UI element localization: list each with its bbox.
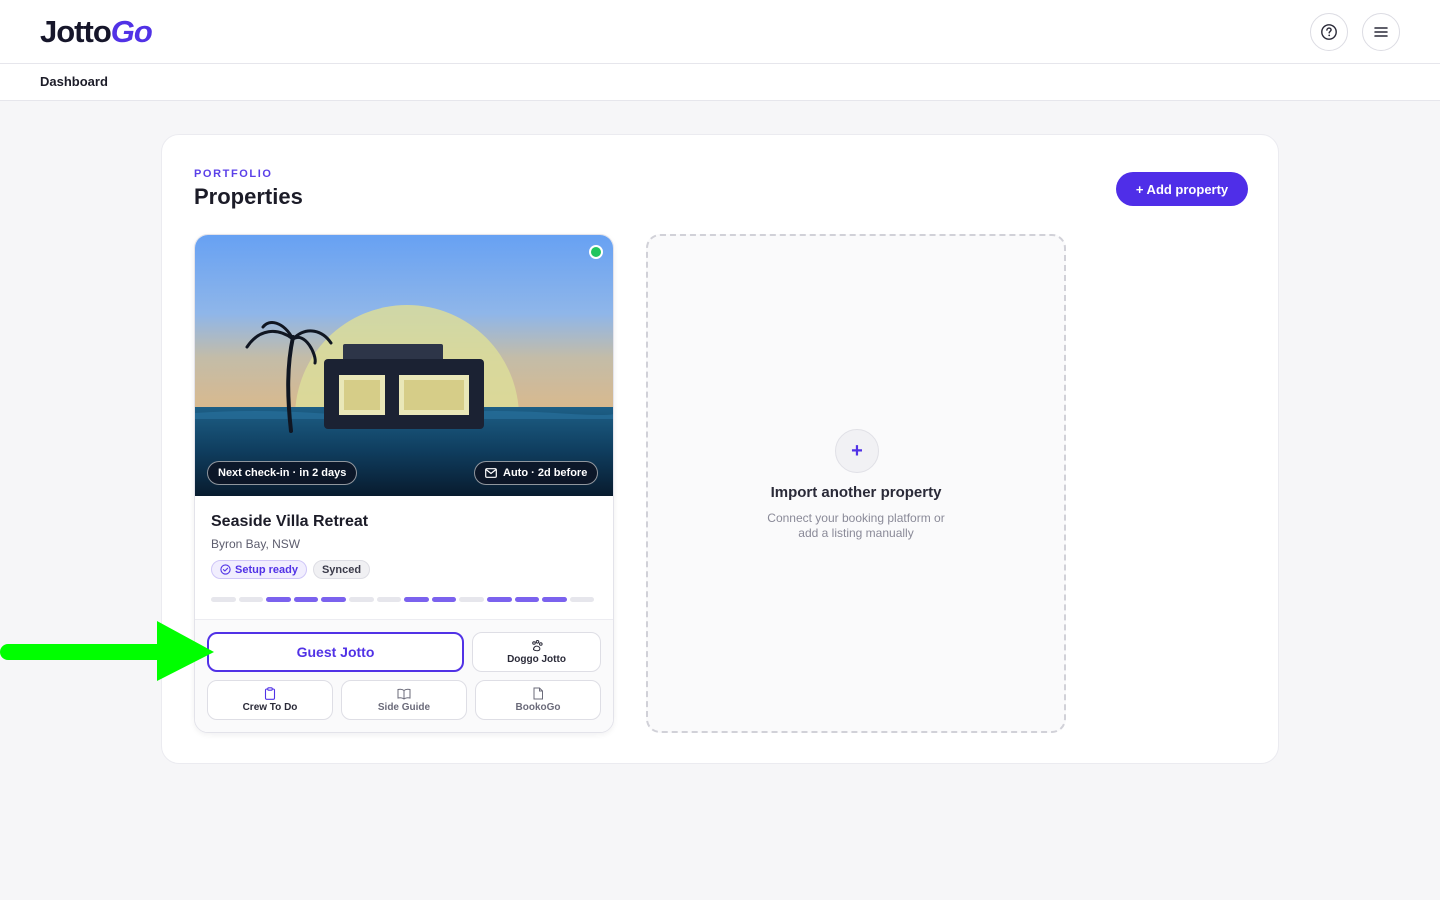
hamburger-menu-icon (1372, 23, 1390, 41)
setup-progress-bar (211, 597, 595, 602)
annotation-arrow-icon (0, 620, 216, 684)
progress-segment (266, 597, 291, 602)
plus-icon[interactable]: + (835, 429, 879, 473)
doggo-jotto-button[interactable]: Doggo Jotto (472, 632, 601, 672)
crew-to-do-label: Crew To Do (242, 702, 298, 713)
import-description: Connect your booking platform or add a l… (767, 511, 945, 540)
document-icon (532, 687, 544, 700)
progress-segment (459, 597, 484, 602)
progress-segment (293, 597, 319, 602)
progress-segment (376, 597, 402, 602)
side-guide-label: Side Guide (377, 701, 431, 713)
property-hero-image: Next check-in · in 2 days Auto · 2d befo… (195, 235, 613, 529)
paw-icon (530, 639, 544, 652)
progress-segment (514, 597, 540, 602)
progress-segment (404, 597, 429, 602)
property-card[interactable]: Next check-in · in 2 days Auto · 2d befo… (194, 234, 614, 733)
side-guide-button[interactable]: Side Guide (341, 680, 467, 720)
logo[interactable]: JottoGo (40, 14, 153, 50)
property-actions: Guest Jotto Doggo Jotto Crew To Do Side … (195, 620, 613, 732)
auto-message-label: Auto · 2d before (503, 467, 588, 479)
book-open-icon (397, 688, 411, 700)
online-status-dot (589, 245, 603, 259)
menu-button[interactable] (1362, 13, 1400, 51)
property-location: Byron Bay, NSW (211, 537, 301, 551)
logo-text-jotto: Jotto (40, 14, 112, 49)
sub-nav-bar: Dashboard (0, 64, 1440, 101)
import-title: Import another property (770, 484, 942, 501)
import-property-card[interactable]: + Import another property Connect your b… (646, 234, 1066, 733)
doggo-jotto-label: Doggo Jotto (507, 653, 566, 665)
property-name: Seaside Villa Retreat (211, 513, 369, 530)
progress-segment (431, 597, 457, 602)
progress-segment (542, 597, 567, 602)
section-eyebrow: PORTFOLIO (194, 168, 273, 180)
breadcrumb-dashboard[interactable]: Dashboard (40, 74, 108, 89)
property-badges: Setup ready Synced (211, 560, 371, 579)
auto-message-pill: Auto · 2d before (474, 461, 599, 485)
check-circle-icon (220, 564, 231, 575)
mail-icon (485, 468, 497, 478)
top-bar: JottoGo (0, 0, 1440, 64)
page-title: Properties (194, 184, 303, 209)
properties-panel: PORTFOLIO Properties + Add property Next… (161, 134, 1279, 764)
logo-text-go: Go (110, 14, 153, 49)
add-property-button[interactable]: + Add property (1116, 172, 1248, 206)
progress-segment (238, 597, 264, 602)
guest-jotto-button[interactable]: Guest Jotto (207, 632, 464, 672)
help-button[interactable] (1310, 13, 1348, 51)
synced-badge: Synced (312, 560, 371, 579)
bookogo-label: BookoGo (515, 702, 561, 713)
setup-ready-label: Setup ready (235, 563, 298, 576)
next-checkin-pill: Next check-in · in 2 days (207, 461, 358, 485)
bookogo-button[interactable]: BookoGo (475, 680, 601, 720)
clipboard-icon (264, 687, 276, 700)
crew-to-do-button[interactable]: Crew To Do (207, 680, 333, 720)
progress-segment (211, 597, 236, 602)
setup-ready-badge: Setup ready (211, 560, 307, 579)
help-circle-icon (1320, 23, 1338, 41)
progress-segment (321, 597, 346, 602)
progress-segment (569, 597, 595, 602)
progress-segment (348, 597, 374, 602)
progress-segment (486, 597, 512, 602)
